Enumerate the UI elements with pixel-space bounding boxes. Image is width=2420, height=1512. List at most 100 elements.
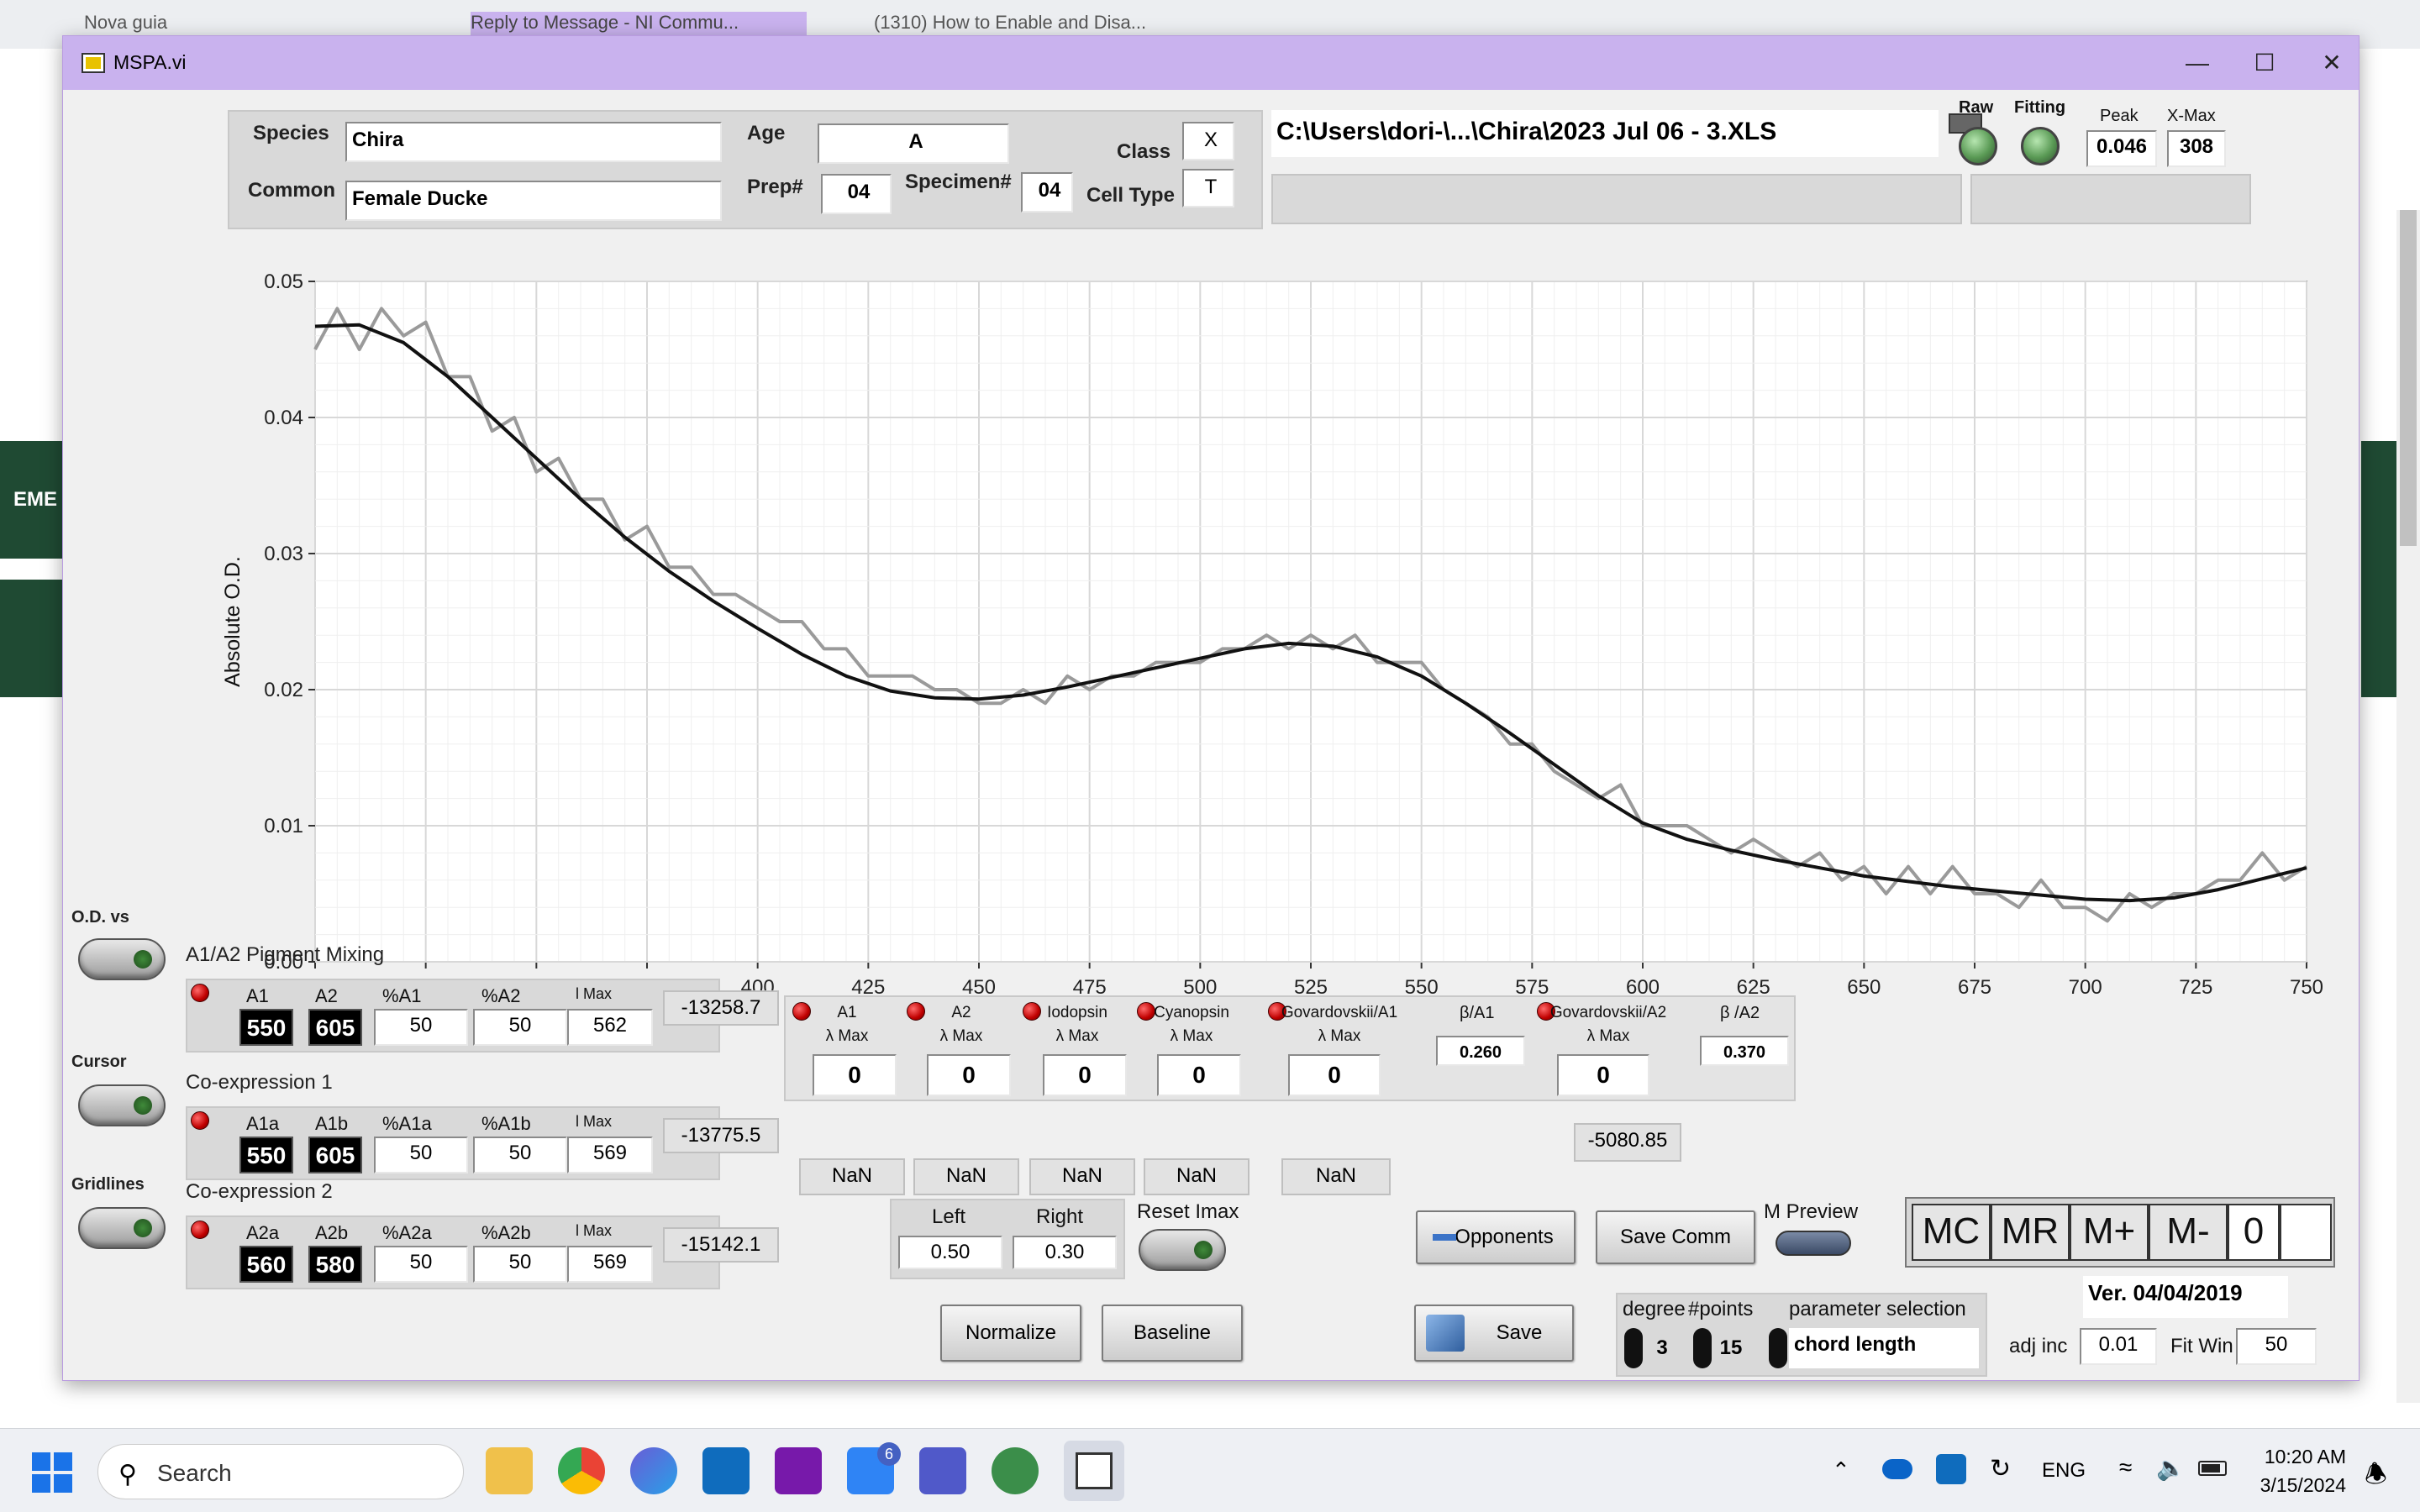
save-button[interactable]: Save [1414, 1305, 1574, 1362]
beta-a1-field[interactable]: 0.260 [1436, 1036, 1525, 1066]
clock-time[interactable]: 10:20 AM [2257, 1446, 2346, 1468]
class-field[interactable]: X [1182, 122, 1234, 160]
pigment-a2-field[interactable]: 605 [308, 1009, 362, 1046]
coexp1-a1-field[interactable]: 550 [239, 1137, 293, 1173]
right-field[interactable]: 0.30 [1013, 1236, 1117, 1269]
fitting-indicator[interactable] [2021, 127, 2060, 165]
reset-imax-toggle[interactable] [1139, 1229, 1226, 1271]
coexp2-lmax-header: l Max [576, 1222, 613, 1239]
outlook-icon[interactable] [702, 1447, 750, 1494]
coexp2-a1-field[interactable]: 560 [239, 1246, 293, 1283]
onedrive-icon[interactable] [1882, 1459, 1912, 1479]
coexp2-lmax-field[interactable]: 569 [567, 1246, 653, 1283]
coexp1-pa2-field[interactable]: 50 [473, 1137, 567, 1173]
adj-inc-field[interactable]: 0.01 [2080, 1328, 2157, 1365]
clock-date[interactable]: 3/15/2024 [2249, 1474, 2346, 1497]
pigment-pa2-field[interactable]: 50 [473, 1009, 567, 1046]
fit-lambda-max[interactable]: 0 [1557, 1054, 1649, 1096]
fit-win-field[interactable]: 50 [2236, 1328, 2317, 1365]
fit-lambda-max[interactable]: 0 [1043, 1054, 1127, 1096]
raw-indicator[interactable] [1959, 127, 1997, 165]
windows-start-icon[interactable] [32, 1452, 72, 1493]
param-spinner[interactable] [1769, 1328, 1787, 1368]
species-field[interactable]: Chira [345, 122, 722, 162]
celltype-field[interactable]: T [1182, 169, 1234, 207]
coexp2-pa1-field[interactable]: 50 [374, 1246, 468, 1283]
left-label: Left [932, 1205, 966, 1228]
param-selection-field[interactable]: chord length [1789, 1328, 1979, 1368]
beta-a2-field[interactable]: 0.370 [1700, 1036, 1789, 1066]
baseline-button[interactable]: Baseline [1102, 1305, 1243, 1362]
fit-lambda-max[interactable]: 0 [813, 1054, 897, 1096]
coexp1-pa1-field[interactable]: 50 [374, 1137, 468, 1173]
spectrum-chart[interactable]: 3003253503754004254504755005255505756006… [164, 238, 2349, 1044]
browser-scrollbar[interactable] [2396, 210, 2420, 1403]
coexp2-led[interactable] [191, 1221, 209, 1239]
pigment-pa1-header: %A1 [382, 985, 422, 1006]
fit-lambda-max[interactable]: 0 [927, 1054, 1011, 1096]
mc-button[interactable]: MC [1912, 1204, 1991, 1261]
outlook-tray-icon[interactable] [1936, 1454, 1966, 1484]
volume-icon[interactable]: 🔈 [2156, 1454, 2186, 1482]
copilot-icon[interactable] [630, 1447, 677, 1494]
network-app-icon[interactable] [992, 1447, 1039, 1494]
pigment-pa1-field[interactable]: 50 [374, 1009, 468, 1046]
left-field[interactable]: 0.50 [898, 1236, 1002, 1269]
coexp2-pa2-field[interactable]: 50 [473, 1246, 567, 1283]
notification-bell-icon[interactable]: 🕭 [2365, 1456, 2387, 1499]
title-bar[interactable]: MSPA.vi — ☐ ✕ [63, 36, 2359, 90]
fit-lambda-max[interactable]: 0 [1288, 1054, 1381, 1096]
m-minus-button[interactable]: M- [2149, 1204, 2228, 1261]
tray-chevron-icon[interactable]: ⌃ [1832, 1457, 1850, 1483]
minimize-icon[interactable]: — [2164, 45, 2231, 81]
sync-icon[interactable]: ↻ [1990, 1454, 2011, 1483]
fit-result: NaN [913, 1158, 1019, 1195]
points-field[interactable]: 15 [1713, 1333, 1749, 1367]
pigment-a1-field[interactable]: 550 [239, 1009, 293, 1046]
taskbar-search[interactable]: ⚲ Search [97, 1444, 464, 1499]
close-icon[interactable]: ✕ [2298, 45, 2365, 81]
pigment-led[interactable] [191, 984, 209, 1002]
fit-lambda-max[interactable]: 0 [1157, 1054, 1241, 1096]
coexp1-a2-field[interactable]: 605 [308, 1137, 362, 1173]
m-preview-toggle[interactable] [1776, 1231, 1851, 1256]
status-bar-right [1970, 174, 2251, 224]
normalize-button[interactable]: Normalize [940, 1305, 1081, 1362]
points-spinner[interactable] [1693, 1328, 1712, 1368]
file-path-field[interactable]: C:\Users\dori-\...\Chira\2023 Jul 06 - 3… [1271, 110, 1939, 157]
maximize-icon[interactable]: ☐ [2231, 45, 2298, 81]
save-comm-button[interactable]: Save Comm [1596, 1210, 1755, 1264]
onenote-icon[interactable] [775, 1447, 822, 1494]
od-vs-label: O.D. vs [71, 908, 129, 927]
pigment-pa2-header: %A2 [481, 985, 521, 1006]
coexp2-a2-field[interactable]: 580 [308, 1246, 362, 1283]
file-explorer-icon[interactable] [486, 1447, 533, 1494]
language-indicator[interactable]: ENG [2042, 1459, 2086, 1483]
opponents-button[interactable]: Opponents [1416, 1210, 1576, 1264]
coexp1-lmax-field[interactable]: 569 [567, 1137, 653, 1173]
battery-icon[interactable] [2198, 1461, 2227, 1476]
wifi-icon[interactable]: ≈ [2119, 1454, 2132, 1481]
coexp2-pa2-header: %A2b [481, 1222, 531, 1243]
coexp2-result: -15142.1 [663, 1227, 779, 1263]
specimen-field[interactable]: 04 [1021, 172, 1073, 213]
fit-result: NaN [1281, 1158, 1391, 1195]
gridlines-toggle[interactable] [78, 1207, 166, 1249]
coexp1-a1-header: A1a [246, 1113, 280, 1134]
pigment-lmax-field[interactable]: 562 [567, 1009, 653, 1046]
labview-taskbar-button[interactable] [1064, 1441, 1124, 1501]
age-field[interactable]: A [818, 123, 1009, 164]
chrome-icon[interactable] [558, 1447, 605, 1494]
cursor-toggle[interactable] [78, 1084, 166, 1126]
teams-icon[interactable] [919, 1447, 966, 1494]
degree-field[interactable]: 3 [1644, 1333, 1680, 1367]
coexp1-led[interactable] [191, 1111, 209, 1130]
common-name-field[interactable]: Female Ducke [345, 181, 722, 221]
prep-field[interactable]: 04 [821, 174, 892, 214]
mr-button[interactable]: MR [1991, 1204, 2070, 1261]
od-vs-toggle[interactable] [78, 938, 166, 980]
coexp1-pa1-header: %A1a [382, 1113, 432, 1134]
m-plus-button[interactable]: M+ [2070, 1204, 2149, 1261]
pigment-lmax-header: l Max [576, 985, 613, 1002]
degree-spinner[interactable] [1624, 1328, 1643, 1368]
